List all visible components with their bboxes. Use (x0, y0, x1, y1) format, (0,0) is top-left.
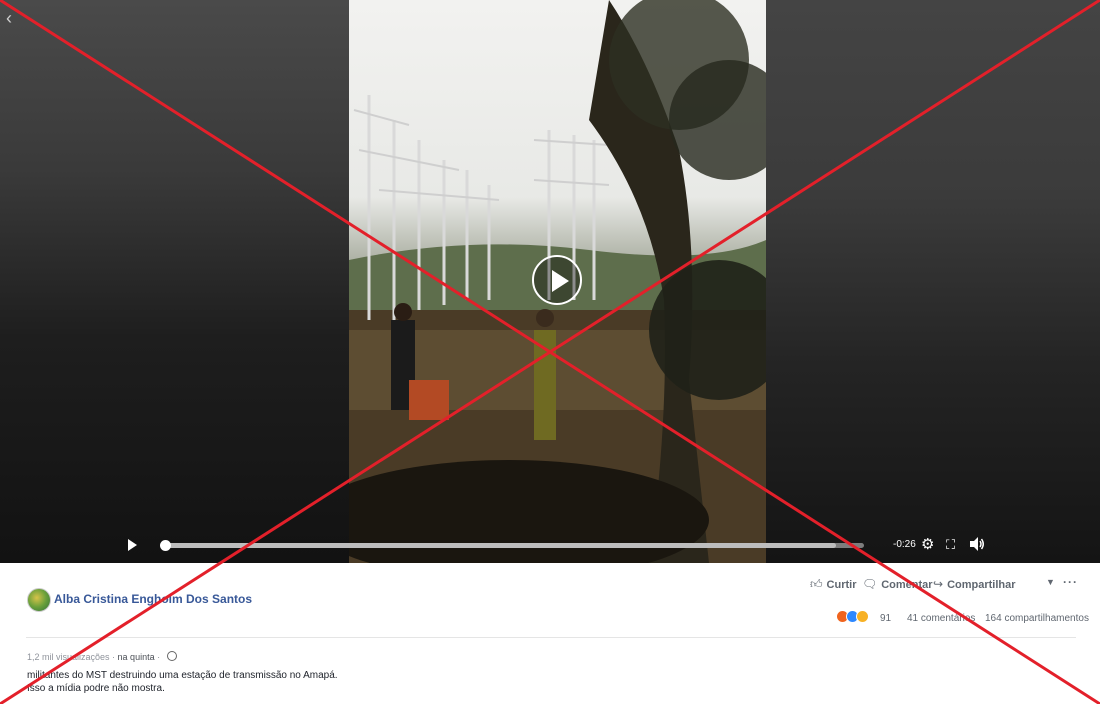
remaining-time: -0:26 (893, 539, 916, 550)
chevron-down-icon[interactable]: ▼ (1046, 577, 1055, 587)
avatar[interactable] (27, 588, 51, 612)
meta-separator-2: · (154, 652, 163, 662)
divider (26, 637, 1076, 638)
volume-icon[interactable] (969, 536, 985, 557)
post-text: militantes do MST destruindo uma estação… (27, 669, 338, 695)
sad-reaction-icon (856, 610, 869, 623)
view-count: 1,2 mil visualizações (27, 652, 110, 662)
comment-icon: 🗨︎ (862, 577, 878, 591)
video-player[interactable]: ‹ -0:26 ⚙ ⛶ (0, 0, 1100, 563)
globe-icon (166, 651, 177, 661)
post-text-line-1: militantes do MST destruindo uma estação… (27, 670, 338, 681)
progress-knob[interactable] (160, 540, 171, 551)
like-label: Curtir (826, 579, 857, 591)
video-blur-right (766, 0, 1100, 563)
post-info: Alba Cristina Engholm Dos Santos 👍︎ Curti… (0, 563, 1100, 704)
post-date[interactable]: na quinta (118, 652, 155, 662)
share-icon: ↪ (933, 577, 944, 591)
video-blur-left (0, 0, 349, 563)
back-icon[interactable]: ‹ (6, 8, 12, 29)
author-name[interactable]: Alba Cristina Engholm Dos Santos (54, 592, 252, 606)
center-play-button[interactable] (532, 255, 582, 305)
progress-buffer (164, 543, 836, 548)
video-controls: -0:26 ⚙ ⛶ (0, 530, 1100, 560)
comment-label: Comentar (881, 579, 933, 591)
share-label: Compartilhar (947, 579, 1016, 591)
share-button[interactable]: ↪ Compartilhar (933, 577, 1016, 591)
shares-count[interactable]: 164 compartilhamentos (985, 613, 1089, 624)
meta-separator: · (109, 652, 118, 662)
comments-count[interactable]: 41 comentários (907, 613, 975, 624)
thumbs-up-icon: 👍︎ (810, 577, 823, 591)
settings-icon[interactable]: ⚙ (921, 536, 934, 554)
post-text-line-2: Isso a mídia podre não mostra. (27, 683, 165, 694)
play-icon[interactable] (128, 539, 137, 551)
more-options-icon[interactable]: ··· (1063, 575, 1078, 589)
like-button[interactable]: 👍︎ Curtir (810, 577, 857, 592)
comment-button[interactable]: 🗨︎ Comentar (862, 577, 933, 591)
reaction-count[interactable]: 91 (880, 613, 891, 624)
post-meta: 1,2 mil visualizações · na quinta · (27, 651, 177, 662)
fullscreen-icon[interactable]: ⛶ (946, 536, 955, 554)
progress-bar[interactable] (160, 540, 864, 551)
